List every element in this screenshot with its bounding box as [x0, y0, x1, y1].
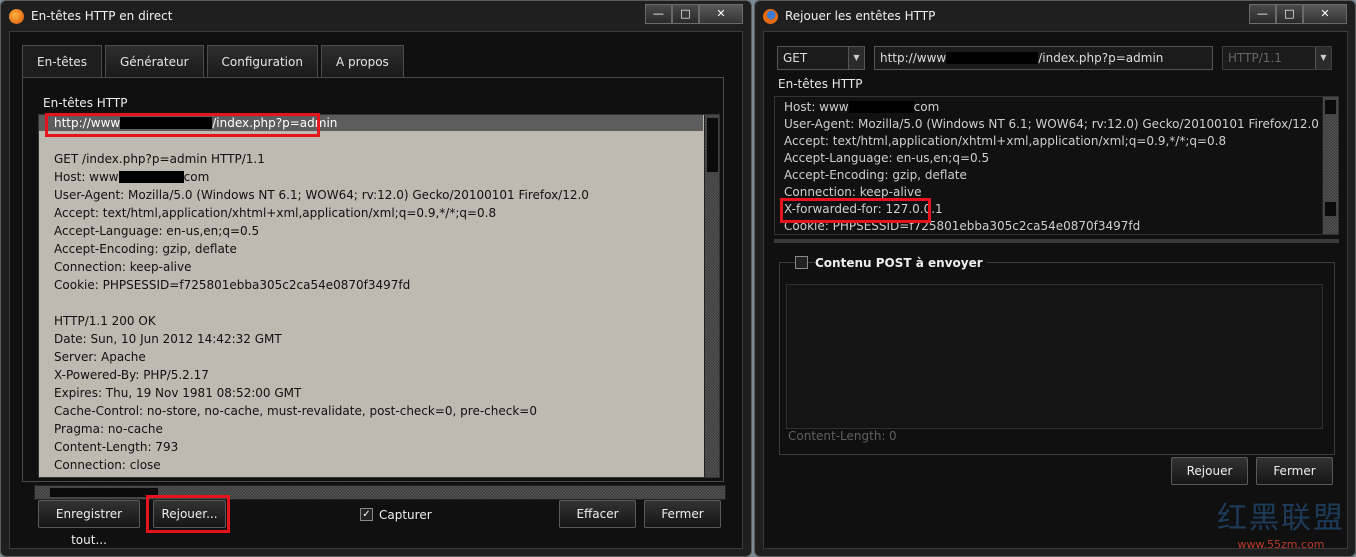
minimize-button[interactable]: —	[645, 4, 672, 24]
date-line: Date: Sun, 10 Jun 2012 14:42:32 GMT	[54, 332, 282, 346]
pane-title: En-têtes HTTP	[43, 96, 128, 110]
live-headers-window: En-têtes HTTP en direct — □ ✕ En-têtes G…	[0, 0, 752, 557]
watermark-text: 红黑联盟	[1217, 501, 1345, 536]
accept-encoding-line: Accept-Encoding: gzip, deflate	[784, 168, 967, 182]
live-http-headers-icon	[9, 9, 24, 24]
scroll-down-arrow[interactable]	[1324, 201, 1337, 217]
chevron-down-icon[interactable]: ▼	[1315, 47, 1331, 69]
capture-checkbox[interactable]: ✓	[360, 508, 373, 521]
tab-generator[interactable]: Générateur	[104, 45, 204, 77]
scroll-up-arrow[interactable]	[1324, 99, 1337, 115]
pragma-line: Pragma: no-cache	[54, 422, 163, 436]
status-line: HTTP/1.1 200 OK	[54, 314, 156, 328]
maximize-button[interactable]: □	[1276, 4, 1303, 24]
scroll-thumb[interactable]	[706, 117, 719, 173]
post-content-checkbox[interactable]	[795, 256, 808, 269]
accept-language-line: Accept-Language: en-us,en;q=0.5	[784, 151, 990, 165]
replay-button[interactable]: Rejouer...	[153, 500, 226, 528]
headers-label: En-têtes HTTP	[778, 77, 863, 91]
url-prefix: http://www	[54, 116, 121, 130]
vertical-scrollbar[interactable]	[1322, 97, 1338, 234]
content-length-label: Content-Length:	[788, 429, 886, 443]
vertical-scrollbar[interactable]	[704, 115, 719, 477]
cache-control-line: Cache-Control: no-store, no-cache, must-…	[54, 404, 537, 418]
host-line: Host: www com	[54, 170, 210, 184]
protocol-value: HTTP/1.1	[1228, 51, 1282, 65]
content-length-line: Content-Length: 793	[54, 440, 179, 454]
cookie-line: Cookie: PHPSESSID=f725801ebba305c2ca54e0…	[54, 278, 411, 292]
powered-by-line: X-Powered-By: PHP/5.2.17	[54, 368, 209, 382]
window-client: En-têtes Générateur Configuration A prop…	[9, 31, 743, 549]
url-suffix: /index.php?p=admin	[1038, 51, 1164, 65]
method-value: GET	[783, 51, 808, 65]
horizontal-scroll-thumb[interactable]	[49, 487, 159, 498]
close-button[interactable]: Fermer	[1256, 457, 1333, 485]
tab-headers[interactable]: En-têtes	[22, 45, 102, 78]
headers-editor[interactable]: Host: www com User-Agent: Mozilla/5.0 (Wi…	[774, 96, 1339, 235]
tab-strip: En-têtes Générateur Configuration A prop…	[22, 45, 404, 78]
window-title: Rejouer les entêtes HTTP	[785, 9, 936, 23]
expires-line: Expires: Thu, 19 Nov 1981 08:52:00 GMT	[54, 386, 302, 400]
close-button[interactable]: Fermer	[644, 500, 721, 528]
headers-text-area[interactable]: http://www/index.php?p=admin GET /index.…	[38, 114, 720, 478]
cookie-line: Cookie: PHPSESSID=f725801ebba305c2ca54e0…	[784, 219, 1141, 233]
minimize-button[interactable]: —	[1249, 4, 1276, 24]
redacted-domain	[946, 52, 1039, 64]
accept-line: Accept: text/html,application/xhtml+xml,…	[54, 206, 497, 220]
x-forwarded-for-line: X-forwarded-for: 127.0.0.1	[784, 202, 943, 216]
redacted-domain	[120, 117, 213, 129]
caption-buttons: — □ ✕	[645, 4, 743, 24]
close-window-button[interactable]: ✕	[699, 4, 743, 24]
title-bar: En-têtes HTTP en direct — □ ✕	[1, 1, 751, 31]
clear-button[interactable]: Effacer	[559, 500, 636, 528]
maximize-button[interactable]: □	[672, 4, 699, 24]
watermark-url: www.55zm.com	[1237, 538, 1325, 551]
horizontal-scrollbar[interactable]	[34, 485, 726, 500]
connection-line: Connection: keep-alive	[784, 185, 922, 199]
selected-url-row[interactable]: http://www/index.php?p=admin	[39, 115, 703, 131]
post-content-textarea[interactable]	[786, 284, 1323, 429]
tab-about[interactable]: A propos	[320, 45, 404, 77]
protocol-select[interactable]: HTTP/1.1 ▼	[1222, 46, 1332, 70]
accept-encoding-line: Accept-Encoding: gzip, deflate	[54, 242, 237, 256]
firefox-icon	[763, 9, 778, 24]
method-select[interactable]: GET ▼	[777, 46, 865, 70]
redacted-host	[118, 171, 184, 183]
tab-configuration[interactable]: Configuration	[206, 45, 318, 77]
header-lines: GET /index.php?p=admin HTTP/1.1 Host: ww…	[54, 150, 589, 474]
replay-headers-window: Rejouer les entêtes HTTP — □ ✕ GET ▼ htt…	[754, 0, 1356, 557]
request-line: GET /index.php?p=admin HTTP/1.1	[54, 152, 265, 166]
url-prefix: http://www	[880, 51, 947, 65]
window-client: GET ▼ http://www/index.php?p=admin HTTP/…	[763, 31, 1348, 549]
title-bar: Rejouer les entêtes HTTP — □ ✕	[755, 1, 1355, 31]
url-field[interactable]: http://www/index.php?p=admin	[874, 46, 1213, 70]
content-length-value: 0	[889, 429, 897, 443]
connection-line: Connection: keep-alive	[54, 260, 192, 274]
host-line: Host: www com	[784, 100, 940, 114]
watermark-logo: 红黑联盟 www.55zm.com	[1212, 499, 1350, 555]
accept-line: Accept: text/html,application/xhtml+xml,…	[784, 134, 1227, 148]
caption-buttons: — □ ✕	[1249, 4, 1347, 24]
capture-label: Capturer	[379, 508, 432, 522]
replay-button[interactable]: Rejouer	[1171, 457, 1248, 485]
chevron-down-icon[interactable]: ▼	[848, 47, 864, 69]
save-all-button[interactable]: Enregistrer tout...	[38, 500, 140, 547]
server-line: Server: Apache	[54, 350, 146, 364]
connection-close-line: Connection: close	[54, 458, 161, 472]
post-content-label: Contenu POST à envoyer	[815, 256, 987, 270]
user-agent-line: User-Agent: Mozilla/5.0 (Windows NT 6.1;…	[784, 117, 1319, 131]
redacted-host	[848, 101, 914, 113]
window-title: En-têtes HTTP en direct	[31, 9, 173, 23]
close-window-button[interactable]: ✕	[1303, 4, 1347, 24]
pane-splitter[interactable]	[774, 239, 1339, 243]
accept-language-line: Accept-Language: en-us,en;q=0.5	[54, 224, 260, 238]
user-agent-line: User-Agent: Mozilla/5.0 (Windows NT 6.1;…	[54, 188, 589, 202]
url-suffix: /index.php?p=admin	[212, 116, 338, 130]
